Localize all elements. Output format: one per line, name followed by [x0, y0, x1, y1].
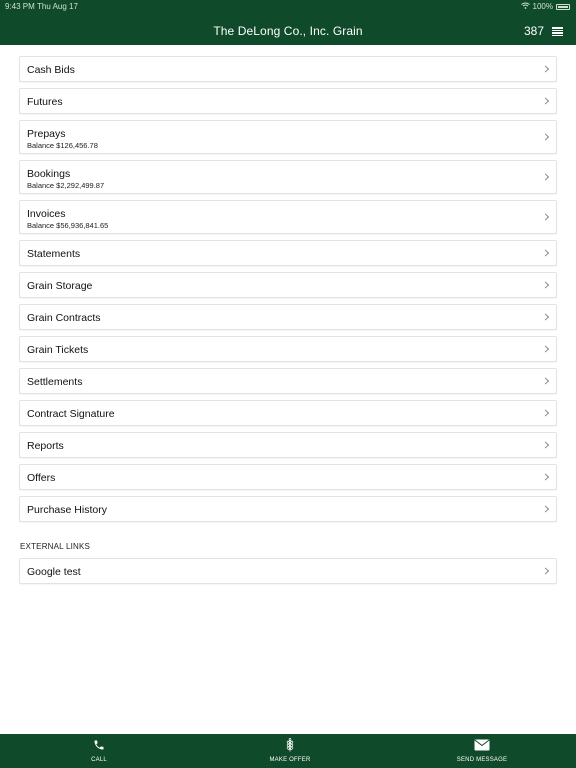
- call-button[interactable]: CALL: [39, 734, 159, 768]
- menu-item-grain-tickets[interactable]: Grain Tickets: [19, 336, 557, 362]
- menu-item-label: Offers: [27, 472, 56, 484]
- menu-item-settlements[interactable]: Settlements: [19, 368, 557, 394]
- top-navigation-bar: 9:43 PM Thu Aug 17 100% The DeLong Co., …: [0, 0, 576, 45]
- status-time: 9:43 PM: [5, 2, 35, 11]
- call-label: CALL: [91, 757, 107, 763]
- menu-item-statements[interactable]: Statements: [19, 240, 557, 266]
- phone-icon: [93, 738, 105, 756]
- menu-item-grain-contracts[interactable]: Grain Contracts: [19, 304, 557, 330]
- menu-item-label: Grain Contracts: [27, 312, 101, 324]
- battery-percent: 100%: [532, 2, 553, 11]
- menu-item-grain-storage[interactable]: Grain Storage: [19, 272, 557, 298]
- external-links-list: Google test: [19, 558, 557, 590]
- make-offer-button[interactable]: MAKE OFFER: [230, 734, 350, 768]
- menu-item-label: Statements: [27, 248, 81, 260]
- chevron-right-icon: [541, 173, 550, 181]
- chevron-right-icon: [541, 313, 550, 321]
- make-offer-label: MAKE OFFER: [269, 757, 311, 763]
- menu-item-label: Reports: [27, 440, 64, 452]
- chevron-right-icon: [541, 97, 550, 105]
- menu-item-label: Bookings: [27, 168, 71, 180]
- menu-item-contract-signature[interactable]: Contract Signature: [19, 400, 557, 426]
- menu-item-label: Grain Storage: [27, 280, 93, 292]
- menu-item-label: Grain Tickets: [27, 344, 89, 356]
- menu-item-balance: Balance $56,936,841.65: [27, 221, 109, 230]
- chevron-right-icon: [541, 567, 550, 575]
- menu-item-label: Futures: [27, 96, 63, 108]
- send-message-label: SEND MESSAGE: [456, 757, 508, 763]
- chevron-right-icon: [541, 213, 550, 221]
- send-message-button[interactable]: SEND MESSAGE: [422, 734, 542, 768]
- status-bar: 9:43 PM Thu Aug 17 100%: [0, 0, 576, 12]
- wheat-icon: [284, 737, 296, 757]
- menu-item-label: Settlements: [27, 376, 83, 388]
- chevron-right-icon: [541, 281, 550, 289]
- envelope-icon: [474, 738, 490, 756]
- hamburger-menu-icon[interactable]: [552, 27, 563, 36]
- menu-item-label: Purchase History: [27, 504, 107, 516]
- menu-item-label: Contract Signature: [27, 408, 115, 420]
- menu-item-reports[interactable]: Reports: [19, 432, 557, 458]
- menu-item-offers[interactable]: Offers: [19, 464, 557, 490]
- menu-item-label: Cash Bids: [27, 64, 75, 76]
- menu-item-cash-bids[interactable]: Cash Bids: [19, 56, 557, 82]
- status-indicators: 100%: [520, 2, 570, 11]
- wifi-icon: [520, 2, 530, 11]
- menu-item-balance: Balance $126,456.78: [27, 141, 98, 150]
- menu-item-balance: Balance $2,292,499.87: [27, 181, 105, 190]
- chevron-right-icon: [541, 249, 550, 257]
- menu-item-label: Prepays: [27, 128, 66, 140]
- menu-item-purchase-history[interactable]: Purchase History: [19, 496, 557, 522]
- external-link-google-test[interactable]: Google test: [19, 558, 557, 584]
- menu-item-invoices[interactable]: Invoices Balance $56,936,841.65: [19, 200, 557, 234]
- battery-icon: [556, 3, 570, 10]
- chevron-right-icon: [541, 377, 550, 385]
- menu-item-bookings[interactable]: Bookings Balance $2,292,499.87: [19, 160, 557, 194]
- chevron-right-icon: [541, 409, 550, 417]
- main-menu-list: Cash Bids Futures Prepays Balance $126,4…: [19, 56, 557, 528]
- chevron-right-icon: [541, 133, 550, 141]
- external-link-label: Google test: [27, 566, 81, 578]
- chevron-right-icon: [541, 345, 550, 353]
- menu-item-prepays[interactable]: Prepays Balance $126,456.78: [19, 120, 557, 154]
- page-title: The DeLong Co., Inc. Grain: [213, 24, 363, 38]
- chevron-right-icon: [541, 65, 550, 73]
- header-count: 387: [523, 24, 544, 38]
- bottom-tab-bar: CALL MAKE OFFER SEND MESSAGE: [0, 734, 576, 768]
- menu-item-futures[interactable]: Futures: [19, 88, 557, 114]
- chevron-right-icon: [541, 441, 550, 449]
- external-links-header: EXTERNAL LINKS: [20, 542, 91, 551]
- chevron-right-icon: [541, 473, 550, 481]
- chevron-right-icon: [541, 505, 550, 513]
- status-date: Thu Aug 17: [37, 2, 78, 11]
- menu-item-label: Invoices: [27, 208, 66, 220]
